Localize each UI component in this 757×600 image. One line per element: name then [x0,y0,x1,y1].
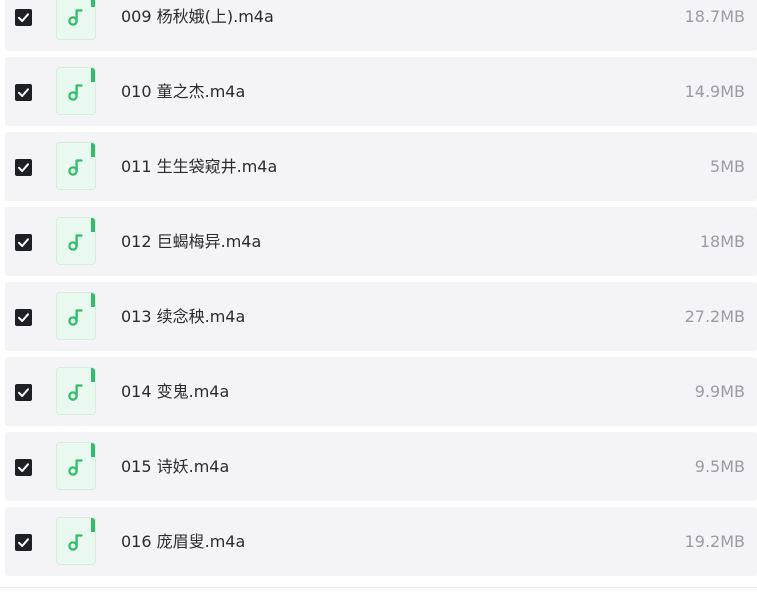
file-size: 19.2MB [684,532,745,551]
audio-file-icon [56,292,96,340]
music-note-icon [68,234,83,251]
checkmark-icon [18,538,29,547]
music-note-icon [68,9,83,26]
file-row[interactable]: 013 续念秧.m4a 27.2MB [5,282,757,351]
checkbox[interactable] [15,534,32,551]
file-name: 014 变鬼.m4a [121,382,230,401]
checkmark-icon [18,13,29,22]
music-note-icon [68,459,83,476]
file-name: 013 续念秧.m4a [121,307,246,326]
file-row[interactable]: 009 杨秋娥(上).m4a 18.7MB [5,0,757,51]
file-size: 9.9MB [694,382,745,401]
file-name: 012 巨蝎梅异.m4a [121,232,262,251]
file-size: 27.2MB [684,307,745,326]
file-size: 18.7MB [684,7,745,26]
file-list: 009 杨秋娥(上).m4a 18.7MB 010 童之杰.m4a 14.9MB… [0,0,757,600]
file-name: 011 生生袋窥井.m4a [121,157,278,176]
divider [0,587,757,588]
file-name: 010 童之杰.m4a [121,82,246,101]
audio-file-icon [56,367,96,415]
checkbox[interactable] [15,9,32,26]
checkbox[interactable] [15,159,32,176]
checkmark-icon [18,463,29,472]
file-name: 009 杨秋娥(上).m4a [121,7,274,26]
file-size: 9.5MB [694,457,745,476]
audio-file-icon [56,67,96,115]
audio-file-icon [56,0,96,40]
file-row[interactable]: 014 变鬼.m4a 9.9MB [5,357,757,426]
audio-file-icon [56,142,96,190]
file-row[interactable]: 012 巨蝎梅异.m4a 18MB [5,207,757,276]
checkbox[interactable] [15,459,32,476]
file-size: 14.9MB [684,82,745,101]
file-name: 015 诗妖.m4a [121,457,230,476]
checkbox[interactable] [15,309,32,326]
music-note-icon [68,534,83,551]
audio-file-icon [56,442,96,490]
checkmark-icon [18,163,29,172]
checkmark-icon [18,313,29,322]
file-row[interactable]: 010 童之杰.m4a 14.9MB [5,57,757,126]
checkbox[interactable] [15,234,32,251]
music-note-icon [68,84,83,101]
file-row[interactable]: 011 生生袋窥井.m4a 5MB [5,132,757,201]
checkmark-icon [18,388,29,397]
music-note-icon [68,159,83,176]
file-name: 016 庞眉叟.m4a [121,532,246,551]
checkbox[interactable] [15,84,32,101]
checkmark-icon [18,238,29,247]
checkbox[interactable] [15,384,32,401]
file-row[interactable]: 015 诗妖.m4a 9.5MB [5,432,757,501]
file-size: 5MB [710,157,745,176]
audio-file-icon [56,517,96,565]
music-note-icon [68,309,83,326]
file-size: 18MB [699,232,745,251]
music-note-icon [68,384,83,401]
audio-file-icon [56,217,96,265]
file-row[interactable]: 016 庞眉叟.m4a 19.2MB [5,507,757,576]
checkmark-icon [18,88,29,97]
